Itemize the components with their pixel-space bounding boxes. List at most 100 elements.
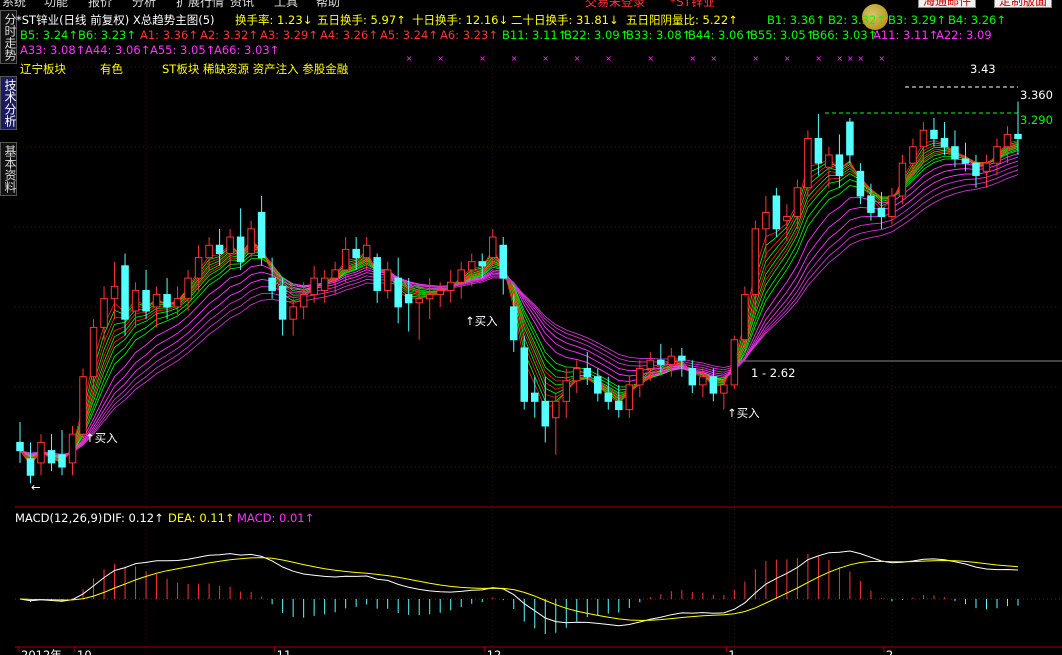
menu-news[interactable]: 资讯	[230, 0, 254, 8]
signal-marker: ×	[605, 54, 612, 63]
ma-A1: A1: 3.36↑	[140, 28, 198, 42]
candle-body	[993, 146, 1001, 164]
candle-body	[257, 211, 266, 259]
candle-body	[509, 306, 518, 341]
candle-body	[278, 285, 287, 320]
candle-body	[846, 121, 854, 156]
candle-body	[877, 207, 886, 218]
signal-marker: ×	[437, 54, 444, 63]
date-label: 2012年	[21, 648, 62, 655]
candle-body	[58, 454, 66, 468]
haitong-mail-button[interactable]: 海通邮件	[918, 0, 977, 8]
current-stock: *ST锌业	[670, 0, 715, 8]
candle-body	[457, 269, 465, 283]
candle-body	[762, 211, 770, 230]
candle-body	[184, 277, 192, 300]
menu-system[interactable]: 系统	[2, 0, 26, 8]
signal-marker: ×	[511, 54, 518, 63]
date-label: 11	[277, 648, 292, 655]
ma-A44: A44: 3.06↑	[85, 43, 150, 57]
candle-body	[383, 269, 392, 291]
ma-row-2: B5: 3.24↑ B6: 3.23↑ A1: 3.36↑ A2: 3.32↑ A3: …	[20, 28, 992, 42]
candle-body	[688, 367, 697, 386]
tag-region: 辽宁板块	[20, 62, 66, 76]
candle-body	[594, 376, 602, 394]
candle-body	[236, 236, 245, 263]
candle-body	[404, 294, 413, 304]
chart-canvas[interactable]: × × × × × × × × × × × × × × × × × *ST锌业(日线 前复权) X总趋势主图(5…	[15, 9, 1062, 655]
candle-body	[226, 236, 234, 254]
ma-B11: B11: 3.11↑	[502, 28, 567, 42]
candle-body	[331, 269, 339, 279]
ma-A11: A11: 3.11↑	[873, 28, 938, 42]
ma-B55: B55: 3.05↑	[750, 28, 815, 42]
scroll-left-icon[interactable]: ←	[31, 480, 41, 494]
ma-A6: A6: 3.23↑	[440, 28, 498, 42]
signal-marker: ×	[710, 54, 717, 63]
menu-bar: 系统 功能 报价 分析 扩展行情 资讯 工具 帮助 交易未登录 *ST锌业 海通…	[0, 0, 1062, 8]
signal-marker: ×	[406, 54, 413, 63]
macd-label-row: MACD(12,26,9) DIF: 0.12↑ DEA: 0.11↑ MACD: 0…	[15, 511, 314, 525]
candle-body	[699, 376, 707, 386]
stat-0: 换手率: 1.23↓	[235, 13, 312, 27]
ma-B33: B33: 3.08↑	[626, 28, 691, 42]
resistance-tag-1: 3.360	[1020, 88, 1053, 102]
candle-body	[299, 294, 308, 308]
macd-label-2: DEA: 0.11↑	[168, 511, 235, 525]
candle-body	[310, 277, 318, 296]
candle-body	[909, 146, 917, 164]
candle-body	[247, 228, 255, 254]
signal-marker: ×	[784, 54, 791, 63]
candle-body	[814, 137, 823, 164]
buy-signal-3: ↑买入	[727, 406, 760, 420]
candle-body	[362, 244, 371, 259]
candle-body	[636, 367, 644, 386]
menu-analysis[interactable]: 分析	[132, 0, 156, 8]
candle-body	[930, 129, 938, 139]
ma-B44: B44: 3.06↑	[688, 28, 753, 42]
menu-help[interactable]: 帮助	[316, 0, 340, 8]
macd-panel	[15, 550, 1062, 635]
candle-body	[37, 441, 45, 464]
candle-body	[268, 277, 276, 291]
date-axis: 2012年 10 11 12 1 2	[18, 647, 893, 655]
stats-row: 换手率: 1.23↓ 五日换手: 5.97↑ 十日换手: 12.16↓ 二十日换手: …	[235, 13, 738, 27]
candle-body	[110, 285, 119, 300]
candle-body	[142, 289, 150, 312]
candle-body	[173, 298, 182, 308]
candle-body	[856, 170, 865, 197]
candle-body	[194, 257, 203, 279]
candle-body	[825, 154, 833, 168]
ma-B6: B6: 3.23↑	[78, 28, 136, 42]
candle-body	[562, 380, 571, 402]
ma-A3: A3: 3.29↑	[260, 28, 318, 42]
menu-function[interactable]: 功能	[44, 0, 68, 8]
candle-body	[741, 294, 749, 341]
ma-A2: A2: 3.32↑	[200, 28, 258, 42]
menu-quote[interactable]: 报价	[88, 0, 112, 8]
candle-body	[520, 347, 529, 402]
candle-body	[289, 306, 297, 320]
candle-body	[751, 228, 760, 296]
dea-line	[19, 557, 1019, 621]
ma-A22: A22: 3.09	[936, 28, 992, 42]
custom-layout-button[interactable]: 定制版面	[994, 0, 1053, 8]
candle-body	[89, 326, 98, 378]
signal-marker: ×	[857, 54, 864, 63]
candle-body	[121, 265, 129, 320]
signal-marker: ×	[847, 54, 854, 63]
menu-tools[interactable]: 工具	[274, 0, 298, 8]
date-label: 12	[487, 648, 502, 655]
candle-body	[1014, 133, 1022, 139]
candle-body	[972, 162, 980, 176]
ma-row-3: A33: 3.08↑ A44: 3.06↑ A55: 3.05↑A66: 3.03↑	[20, 43, 279, 57]
ma-row-1: B1: 3.36↑ B2: 3.32↑ B3: 3.29↑ B4: 3.26↑	[767, 13, 1006, 27]
macd-label-1: DIF: 0.12↑	[103, 511, 164, 525]
candle-body	[835, 154, 844, 176]
candle-body	[467, 261, 476, 271]
candle-body	[205, 244, 213, 259]
candle-body	[436, 289, 444, 296]
candle-body	[982, 162, 991, 172]
signal-marker: ×	[689, 54, 696, 63]
menu-extended[interactable]: 扩展行情	[176, 0, 224, 8]
